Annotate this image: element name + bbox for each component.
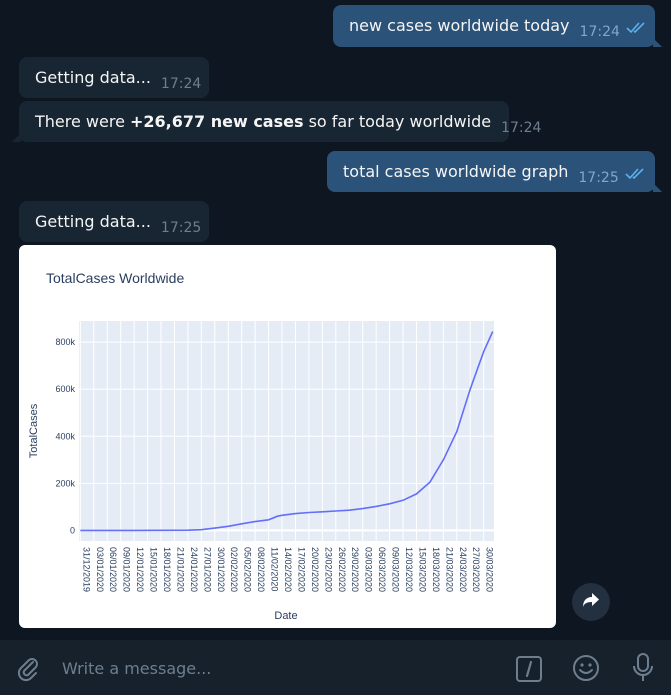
plot-area — [79, 321, 494, 541]
bubble-tail — [653, 38, 662, 47]
paperclip-icon[interactable] — [14, 654, 42, 686]
x-tick-label: 06/03/2020 — [377, 547, 387, 592]
message-incoming-3[interactable]: Getting data... 17:25 — [19, 201, 209, 242]
total-cases-chart: TotalCases Worldwide 0 200k 400k 600k 800k 3… — [28, 270, 495, 622]
smiley-icon[interactable] — [572, 654, 600, 686]
bubble-tail — [653, 183, 662, 192]
message-incoming-2[interactable]: There were +26,677 new cases so far toda… — [12, 101, 541, 142]
message-text-bold: +26,677 new cases — [130, 112, 304, 131]
message-time: 17:24 — [501, 120, 542, 136]
x-tick-label: 23/02/2020 — [323, 547, 333, 592]
forward-button[interactable] — [572, 583, 610, 621]
x-tick-label: 12/01/2020 — [135, 547, 145, 592]
message-time: 17:24 — [579, 24, 620, 40]
y-tick-label: 0 — [70, 525, 75, 535]
y-tick-label: 200k — [55, 478, 75, 488]
x-tick-label: 20/02/2020 — [310, 547, 320, 592]
x-tick-label: 09/01/2020 — [122, 547, 132, 592]
chart-image-message[interactable]: TotalCases Worldwide 0 200k 400k 600k 800k 3… — [19, 245, 556, 628]
y-axis-label: TotalCases — [28, 403, 40, 458]
message-outgoing-2[interactable]: total cases worldwide graph 17:25 — [327, 151, 662, 192]
message-outgoing-1[interactable]: new cases worldwide today 17:24 — [333, 5, 662, 47]
x-tick-label: 31/12/2019 — [81, 547, 91, 592]
message-time: 17:24 — [160, 76, 202, 92]
forward-arrow-icon — [582, 592, 600, 612]
message-composer — [0, 640, 671, 695]
x-tick-label: 21/03/2020 — [444, 547, 454, 592]
x-tick-label: 30/01/2020 — [216, 547, 226, 592]
double-check-icon — [625, 166, 647, 186]
y-tick-label: 400k — [55, 431, 75, 441]
x-tick-label: 11/02/2020 — [270, 547, 280, 591]
message-time: 17:25 — [160, 220, 202, 236]
x-tick-label: 02/02/2020 — [229, 547, 239, 592]
message-incoming-1[interactable]: Getting data... 17:24 — [19, 57, 209, 98]
x-tick-label: 12/03/2020 — [404, 547, 414, 592]
message-time: 17:25 — [578, 170, 619, 186]
slash-command-icon[interactable] — [515, 655, 543, 687]
x-tick-label: 24/03/2020 — [458, 547, 468, 592]
x-tick-label: 30/03/2020 — [485, 547, 495, 592]
x-tick-label: 09/03/2020 — [391, 547, 401, 592]
x-tick-label: 14/02/2020 — [283, 547, 293, 592]
message-text-prefix: There were — [35, 112, 130, 131]
x-axis-label: Date — [274, 610, 297, 622]
x-tick-label: 21/01/2020 — [175, 547, 185, 592]
x-tick-label: 27/03/2020 — [471, 547, 481, 592]
x-tick-label: 18/03/2020 — [431, 547, 441, 592]
message-text: Getting data... — [35, 68, 151, 87]
bubble-tail — [12, 133, 21, 142]
message-input[interactable] — [60, 650, 484, 686]
message-text: total cases worldwide graph — [343, 162, 569, 181]
x-tick-label: 06/01/2020 — [108, 547, 118, 592]
x-tick-label: 15/03/2020 — [417, 547, 427, 592]
message-text: new cases worldwide today — [349, 16, 570, 35]
y-tick-label: 600k — [55, 384, 75, 394]
y-tick-label: 800k — [55, 337, 75, 347]
x-tick-label: 26/02/2020 — [337, 547, 347, 592]
double-check-icon — [626, 20, 648, 40]
x-tick-label: 17/02/2020 — [296, 547, 306, 592]
x-tick-label: 24/01/2020 — [189, 547, 199, 592]
x-tick-label: 29/02/2020 — [350, 547, 360, 592]
message-text-suffix: so far today worldwide — [303, 112, 492, 131]
chart-title: TotalCases Worldwide — [46, 270, 184, 286]
x-tick-label: 05/02/2020 — [243, 547, 253, 592]
x-tick-label: 03/03/2020 — [364, 547, 374, 592]
microphone-icon[interactable] — [631, 653, 655, 687]
x-tick-label: 03/01/2020 — [95, 547, 105, 592]
x-tick-label: 18/01/2020 — [162, 547, 172, 592]
x-tick-label: 27/01/2020 — [202, 547, 212, 592]
message-text: Getting data... — [35, 212, 151, 231]
x-tick-label: 15/01/2020 — [149, 547, 159, 592]
x-tick-label: 08/02/2020 — [256, 547, 266, 592]
